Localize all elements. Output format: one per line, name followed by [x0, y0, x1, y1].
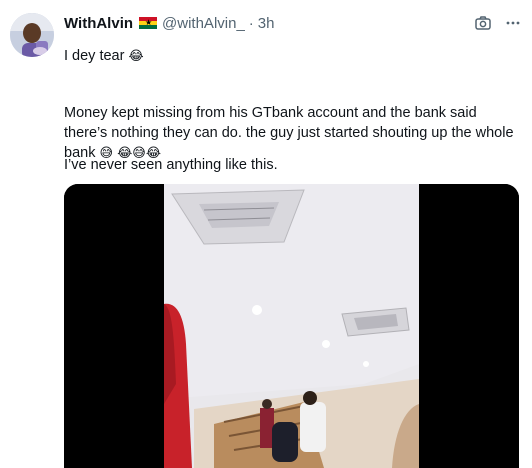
video-thumbnail[interactable]: [64, 184, 519, 468]
tweet-text: I dey tear: [64, 48, 125, 64]
camera-icon[interactable]: [474, 14, 492, 32]
display-name[interactable]: WithAlvin: [64, 15, 133, 32]
ghana-flag-icon: ★: [139, 17, 158, 29]
tweet-text-line-2: Money kept missing from his GTbank accou…: [64, 103, 516, 163]
timestamp[interactable]: 3h: [258, 15, 275, 32]
tweet-card[interactable]: WithAlvin ★ @withAlvin_ · 3h I dey tear …: [0, 0, 532, 468]
more-options-icon[interactable]: [504, 14, 522, 32]
tweet-text-line-1: I dey tear 😂: [64, 46, 516, 66]
user-handle[interactable]: @withAlvin_: [162, 15, 245, 32]
avatar[interactable]: [10, 13, 54, 57]
tweet-header: WithAlvin ★ @withAlvin_ · 3h: [64, 12, 522, 34]
tweet-text: I’ve never seen anything like this.: [64, 157, 278, 173]
tweet-text-line-3: I’ve never seen anything like this.: [64, 155, 516, 175]
joy-emoji-icon: 😂: [128, 48, 144, 63]
separator-dot: ·: [248, 14, 254, 32]
